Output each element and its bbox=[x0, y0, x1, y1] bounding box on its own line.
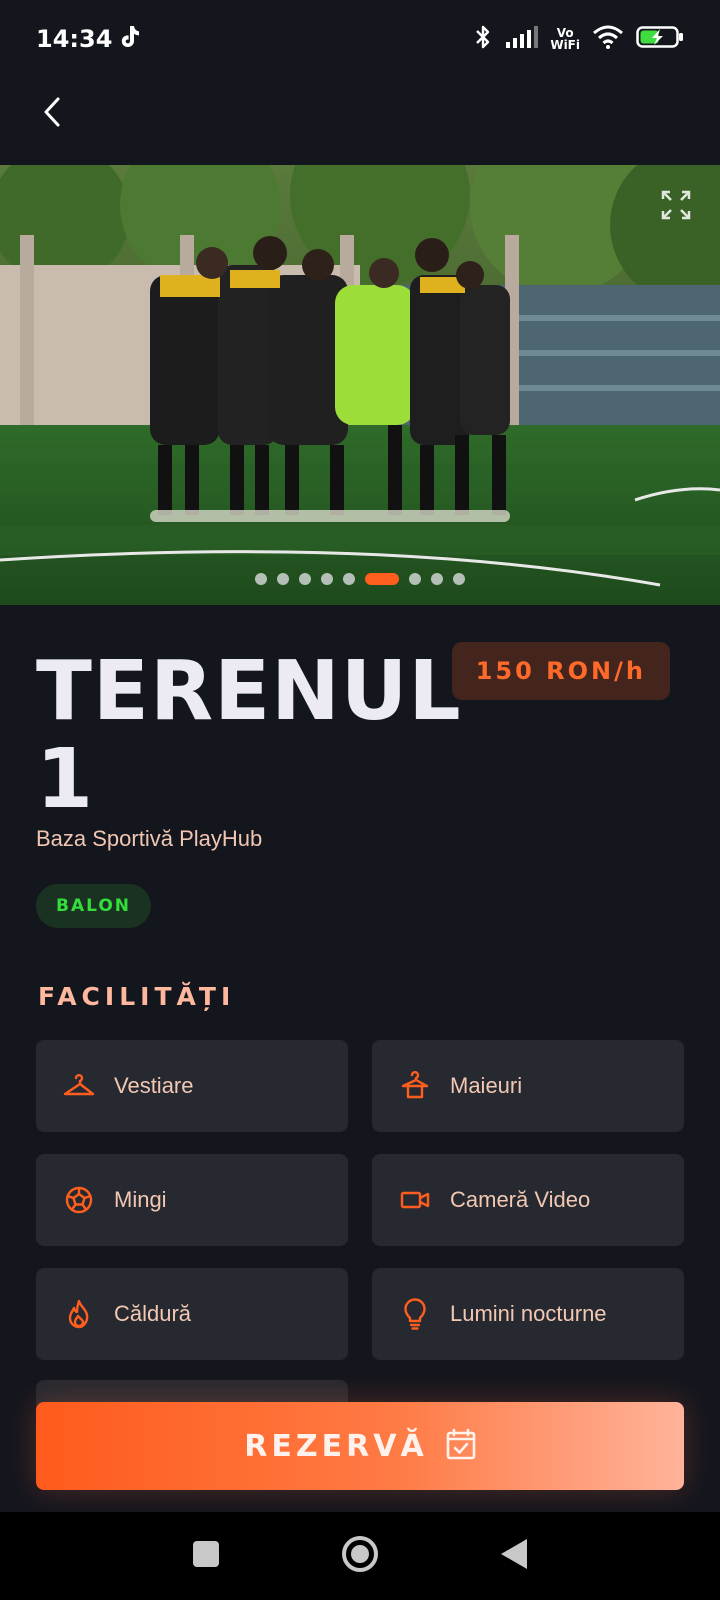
recents-button[interactable] bbox=[184, 1534, 228, 1578]
carousel-dot[interactable] bbox=[431, 573, 443, 585]
book-button-label: REZERVĂ bbox=[244, 1428, 428, 1464]
field-title: TERENUL 1 bbox=[36, 644, 462, 827]
circle-icon bbox=[341, 1535, 379, 1578]
hero-image-carousel[interactable] bbox=[0, 165, 720, 605]
carousel-indicators bbox=[0, 573, 720, 585]
facility-mingi: Mingi bbox=[36, 1154, 348, 1246]
facility-label: Maieuri bbox=[450, 1073, 523, 1098]
carousel-dot[interactable] bbox=[255, 573, 267, 585]
soccer-ball-icon bbox=[62, 1183, 96, 1217]
status-icons: Vo WiFi bbox=[472, 24, 684, 55]
square-icon bbox=[193, 1540, 219, 1572]
facility-label: Lumini nocturne bbox=[450, 1301, 607, 1326]
bluetooth-icon bbox=[472, 24, 494, 55]
video-camera-icon bbox=[398, 1183, 432, 1217]
tiktok-icon bbox=[118, 24, 140, 54]
carousel-dot[interactable] bbox=[409, 573, 421, 585]
signal-icon bbox=[506, 25, 539, 53]
back-button[interactable] bbox=[30, 92, 74, 136]
carousel-dot[interactable] bbox=[321, 573, 333, 585]
price-badge: 150 RON/h bbox=[451, 642, 670, 700]
expand-icon bbox=[661, 190, 691, 225]
surface-tag: BALON bbox=[36, 884, 152, 928]
carousel-dot-active[interactable] bbox=[365, 573, 399, 585]
facility-caldura: Căldură bbox=[36, 1268, 348, 1360]
venue-name: Baza Sportivă PlayHub bbox=[36, 826, 263, 851]
facility-label: Cameră Video bbox=[450, 1187, 591, 1212]
system-nav-bar bbox=[0, 1512, 720, 1600]
hanger-icon bbox=[62, 1069, 96, 1103]
vowifi-icon: Vo WiFi bbox=[550, 27, 580, 51]
facility-camera-video: Cameră Video bbox=[372, 1154, 684, 1246]
carousel-dot[interactable] bbox=[277, 573, 289, 585]
carousel-dot[interactable] bbox=[299, 573, 311, 585]
vowifi-bottom: WiFi bbox=[550, 38, 580, 52]
jersey-icon bbox=[398, 1069, 432, 1103]
carousel-dot[interactable] bbox=[343, 573, 355, 585]
lightbulb-icon bbox=[398, 1297, 432, 1331]
back-nav-button[interactable] bbox=[492, 1534, 536, 1578]
facilities-title: FACILITĂȚI bbox=[38, 982, 236, 1011]
flame-icon bbox=[62, 1297, 96, 1331]
wifi-icon bbox=[592, 25, 624, 54]
status-time: 14:34 bbox=[36, 24, 140, 54]
carousel-dot[interactable] bbox=[453, 573, 465, 585]
calendar-check-icon bbox=[446, 1428, 476, 1465]
facility-vestiare: Vestiare bbox=[36, 1040, 348, 1132]
field-photo bbox=[0, 165, 720, 605]
facility-maieuri: Maieuri bbox=[372, 1040, 684, 1132]
facility-label: Mingi bbox=[114, 1187, 167, 1212]
facility-lumini-nocturne: Lumini nocturne bbox=[372, 1268, 684, 1360]
clock: 14:34 bbox=[36, 25, 113, 53]
home-button[interactable] bbox=[338, 1534, 382, 1578]
facility-label: Vestiare bbox=[114, 1073, 194, 1098]
fullscreen-button[interactable] bbox=[656, 187, 696, 227]
chevron-left-icon bbox=[40, 96, 64, 133]
facility-label: Căldură bbox=[114, 1301, 192, 1326]
battery-icon bbox=[636, 25, 684, 54]
book-button[interactable]: REZERVĂ bbox=[36, 1402, 684, 1490]
triangle-back-icon bbox=[501, 1538, 527, 1574]
status-bar: 14:34 Vo WiFi bbox=[0, 0, 720, 78]
